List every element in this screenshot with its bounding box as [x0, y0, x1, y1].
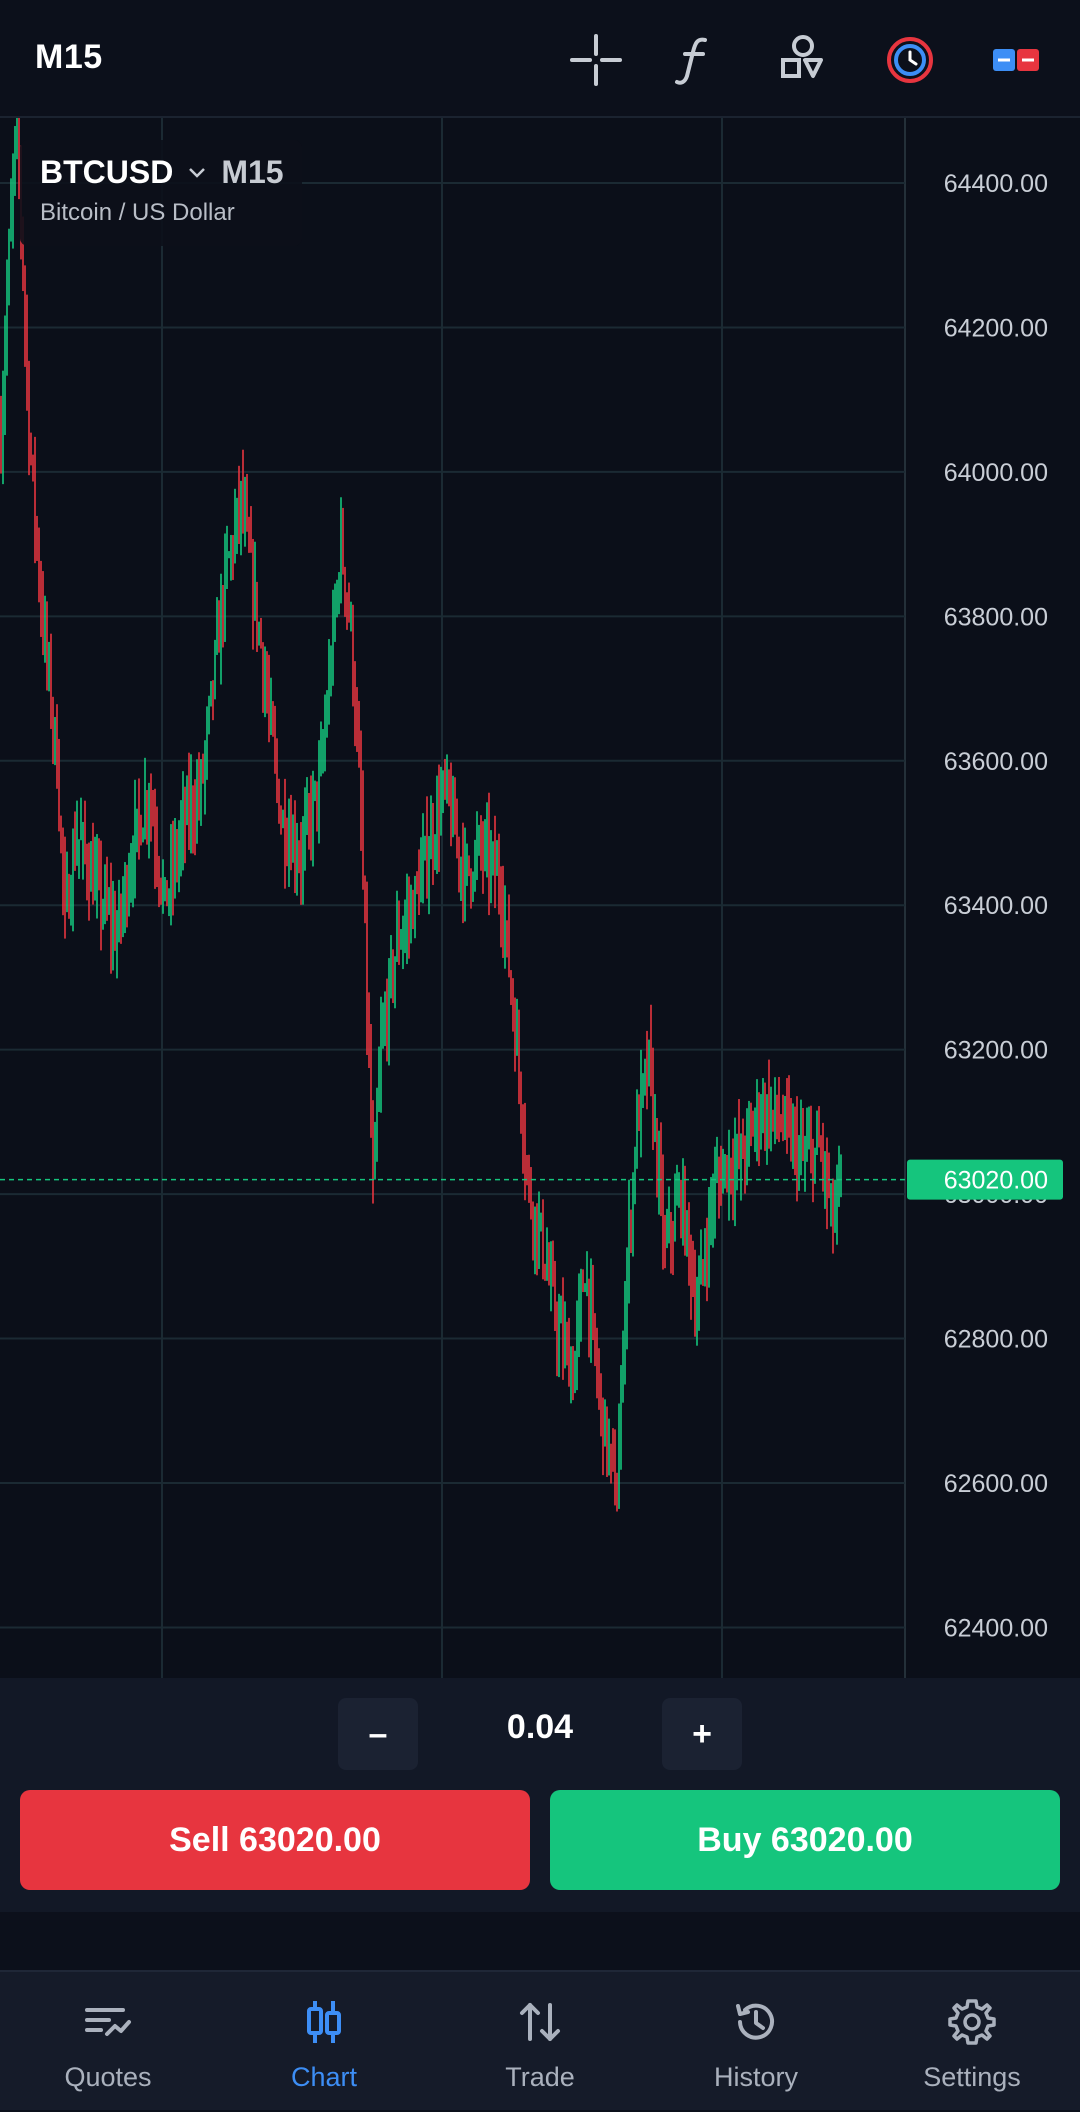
nav-label: Quotes [64, 2062, 152, 2092]
symbol-selector[interactable]: BTCUSD M15 Bitcoin / US Dollar [20, 140, 302, 246]
top-bar: M15 [0, 0, 1080, 118]
price-tick-label: 62800.00 [944, 1326, 1048, 1354]
symbol-timeframe: M15 [221, 154, 284, 190]
bottom-navigation: Quotes Chart Trade History Settings [0, 1970, 1080, 2110]
price-tick-label: 63600.00 [944, 748, 1048, 776]
chevron-down-icon [187, 166, 207, 180]
current-price-label: 63020.00 [944, 1167, 1048, 1195]
price-tick-label: 63800.00 [944, 603, 1048, 631]
spacer [0, 1912, 1080, 1970]
nav-item-history[interactable]: History [648, 1972, 864, 2112]
price-tick-label: 64000.00 [944, 459, 1048, 487]
order-panel: – 0.04 + Sell 63020.00 Buy 63020.00 [0, 1678, 1080, 1912]
price-tick-label: 63400.00 [944, 892, 1048, 920]
function-icon[interactable] [666, 30, 726, 90]
nav-label: Trade [505, 2062, 575, 2092]
nav-label: History [713, 2062, 798, 2092]
crosshair-icon[interactable] [566, 30, 626, 90]
trade-icon [510, 1994, 570, 2050]
timeframe-selector[interactable]: M15 [35, 38, 103, 77]
nav-item-quotes[interactable]: Quotes [0, 1972, 216, 2112]
chart-icon [294, 1994, 354, 2050]
buy-button[interactable]: Buy 63020.00 [550, 1790, 1060, 1890]
toggle-icon[interactable] [986, 30, 1046, 90]
increase-volume-button[interactable]: + [662, 1698, 742, 1770]
price-tick-label: 63200.00 [944, 1037, 1048, 1065]
symbol-name: BTCUSD [40, 154, 174, 190]
quotes-icon [78, 1994, 138, 2050]
chart-area[interactable]: 64400.00 64200.00 64000.00 63800.00 63600.00… [0, 118, 1080, 1678]
price-chart[interactable]: 64400.00 64200.00 64000.00 63800.00 63600.00… [0, 118, 1080, 1678]
nav-item-settings[interactable]: Settings [864, 1972, 1080, 2112]
objects-icon[interactable] [772, 30, 832, 90]
history-icon [726, 1994, 786, 2050]
price-tick-label: 62600.00 [944, 1470, 1048, 1498]
nav-label: Chart [290, 2062, 358, 2092]
settings-icon [942, 1994, 1002, 2050]
symbol-description: Bitcoin / US Dollar [40, 199, 235, 226]
price-tick-label: 64400.00 [944, 170, 1048, 198]
price-tick-label: 62400.00 [944, 1614, 1048, 1642]
price-axis: 64400.00 64200.00 64000.00 63800.00 63600.00… [907, 170, 1063, 1642]
clock-icon[interactable] [880, 30, 940, 90]
volume-value[interactable]: 0.04 [440, 1708, 640, 1747]
nav-item-trade[interactable]: Trade [432, 1972, 648, 2112]
nav-label: Settings [923, 2062, 1021, 2092]
price-tick-label: 64200.00 [944, 314, 1048, 342]
decrease-volume-button[interactable]: – [338, 1698, 418, 1770]
sell-button[interactable]: Sell 63020.00 [20, 1790, 530, 1890]
nav-item-chart[interactable]: Chart [216, 1972, 432, 2112]
